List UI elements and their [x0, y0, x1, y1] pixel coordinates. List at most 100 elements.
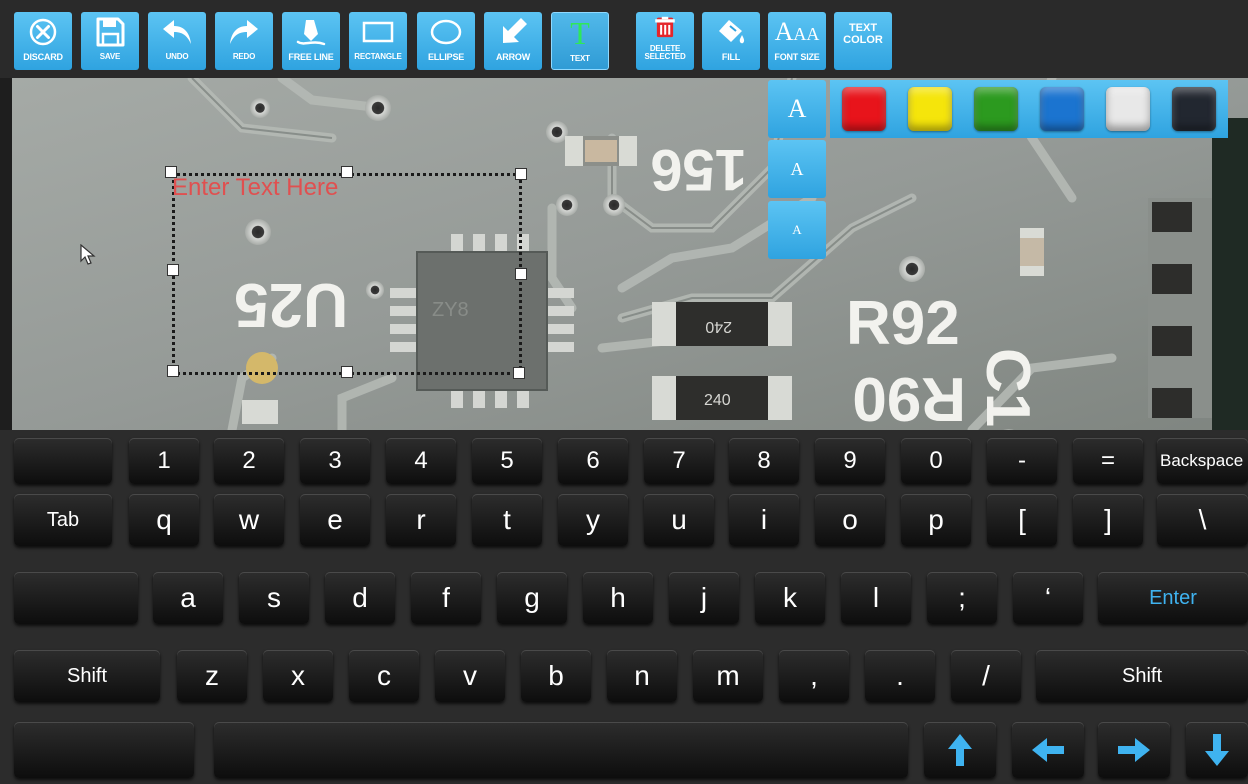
resize-handle-right[interactable] — [515, 268, 527, 280]
color-swatch-yellow[interactable] — [908, 87, 952, 131]
key-s[interactable]: s — [239, 572, 309, 624]
key-3[interactable]: 3 — [300, 438, 370, 484]
key-a[interactable]: a — [153, 572, 223, 624]
key-7[interactable]: 7 — [644, 438, 714, 484]
key-m[interactable]: m — [693, 650, 763, 702]
key-left-bracket[interactable]: [ — [987, 494, 1057, 546]
key-c[interactable]: c — [349, 650, 419, 702]
color-swatch-blue[interactable] — [1040, 87, 1084, 131]
color-swatch-red[interactable] — [842, 87, 886, 131]
arrow-button[interactable]: ARROW — [484, 12, 542, 70]
resistor-label-2: 240 — [704, 392, 731, 409]
floppy-disk-icon — [96, 17, 125, 47]
ellipse-button[interactable]: ELLIPSE — [417, 12, 475, 70]
key-arrow-up[interactable] — [924, 722, 996, 778]
key-o[interactable]: o — [815, 494, 885, 546]
key-8[interactable]: 8 — [729, 438, 799, 484]
key-g[interactable]: g — [497, 572, 567, 624]
key-i[interactable]: i — [729, 494, 799, 546]
color-swatch-black[interactable] — [1172, 87, 1216, 131]
key-quote[interactable]: ‘ — [1013, 572, 1083, 624]
key-p[interactable]: p — [901, 494, 971, 546]
key-f[interactable]: f — [411, 572, 481, 624]
color-swatch-green[interactable] — [974, 87, 1018, 131]
key-t[interactable]: t — [472, 494, 542, 546]
key-semicolon[interactable]: ; — [927, 572, 997, 624]
key-n[interactable]: n — [607, 650, 677, 702]
key-arrow-left[interactable] — [1012, 722, 1084, 778]
resistor-label-1: 240 — [705, 318, 732, 335]
discard-button[interactable]: DISCARD — [14, 12, 72, 70]
resize-handle-bottom-right[interactable] — [513, 367, 525, 379]
key-enter[interactable]: Enter — [1098, 572, 1248, 624]
text-annotation-box[interactable] — [172, 173, 522, 375]
undo-button[interactable]: UNDO — [148, 12, 206, 70]
key-comma[interactable]: , — [779, 650, 849, 702]
font-size-small-option[interactable]: A — [768, 201, 826, 259]
resize-handle-bottom-left[interactable] — [167, 365, 179, 377]
font-size-large-option[interactable]: A — [768, 80, 826, 138]
key-shift-right[interactable]: Shift — [1036, 650, 1248, 702]
key-right-bracket[interactable]: ] — [1073, 494, 1143, 546]
key-b[interactable]: b — [521, 650, 591, 702]
text-annotation-placeholder[interactable]: Enter Text Here — [172, 174, 338, 202]
key-caps[interactable] — [14, 572, 138, 624]
key-j[interactable]: j — [669, 572, 739, 624]
resize-handle-bottom[interactable] — [341, 366, 353, 378]
key-u[interactable]: u — [644, 494, 714, 546]
key-e[interactable]: e — [300, 494, 370, 546]
key-minus[interactable]: - — [987, 438, 1057, 484]
key-x[interactable]: x — [263, 650, 333, 702]
resize-handle-top[interactable] — [341, 166, 353, 178]
ellipse-label: ELLIPSE — [427, 52, 465, 62]
key-v[interactable]: v — [435, 650, 505, 702]
key-arrow-down[interactable] — [1186, 722, 1248, 778]
paint-bucket-icon — [719, 20, 745, 44]
key-arrow-right[interactable] — [1098, 722, 1170, 778]
key-space[interactable] — [214, 722, 908, 778]
delete-selected-button[interactable]: DELETE SELECTED — [636, 12, 694, 70]
key-2[interactable]: 2 — [214, 438, 284, 484]
resize-handle-top-right[interactable] — [515, 168, 527, 180]
font-size-button[interactable]: AAA FONT SIZE — [768, 12, 826, 70]
font-size-medium-option[interactable]: A — [768, 140, 826, 198]
arrow-up-icon — [948, 734, 972, 766]
key-blank-left[interactable] — [14, 438, 112, 484]
key-slash[interactable]: / — [951, 650, 1021, 702]
key-h[interactable]: h — [583, 572, 653, 624]
key-z[interactable]: z — [177, 650, 247, 702]
key-period[interactable]: . — [865, 650, 935, 702]
key-tab[interactable]: Tab — [14, 494, 112, 546]
key-k[interactable]: k — [755, 572, 825, 624]
pcb-label-r90: R90 — [852, 364, 966, 430]
key-shift-left[interactable]: Shift — [14, 650, 160, 702]
key-r[interactable]: r — [386, 494, 456, 546]
rectangle-button[interactable]: RECTANGLE — [349, 12, 407, 70]
redo-button[interactable]: REDO — [215, 12, 273, 70]
key-5[interactable]: 5 — [472, 438, 542, 484]
key-w[interactable]: w — [214, 494, 284, 546]
fill-button[interactable]: FILL — [702, 12, 760, 70]
key-y[interactable]: y — [558, 494, 628, 546]
text-tool-button[interactable]: T TEXT — [551, 12, 609, 70]
key-4[interactable]: 4 — [386, 438, 456, 484]
color-swatch-white[interactable] — [1106, 87, 1150, 131]
key-6[interactable]: 6 — [558, 438, 628, 484]
key-backspace[interactable]: Backspace — [1157, 438, 1248, 484]
annotation-app: DISCARD SAVE UNDO REDO FREE LINE RECTANG… — [0, 0, 1248, 784]
key-9[interactable]: 9 — [815, 438, 885, 484]
key-q[interactable]: q — [129, 494, 199, 546]
pcb-label-c10: C10 — [973, 348, 1042, 430]
free-line-button[interactable]: FREE LINE — [282, 12, 340, 70]
save-button[interactable]: SAVE — [81, 12, 139, 70]
free-line-label: FREE LINE — [288, 52, 334, 62]
key-0[interactable]: 0 — [901, 438, 971, 484]
key-l[interactable]: l — [841, 572, 911, 624]
key-d[interactable]: d — [325, 572, 395, 624]
text-color-button[interactable]: TEXT COLOR — [834, 12, 892, 70]
key-equals[interactable]: = — [1073, 438, 1143, 484]
key-blank-bottom-left[interactable] — [14, 722, 194, 778]
resize-handle-left[interactable] — [167, 264, 179, 276]
key-backslash[interactable]: \ — [1157, 494, 1248, 546]
key-1[interactable]: 1 — [129, 438, 199, 484]
